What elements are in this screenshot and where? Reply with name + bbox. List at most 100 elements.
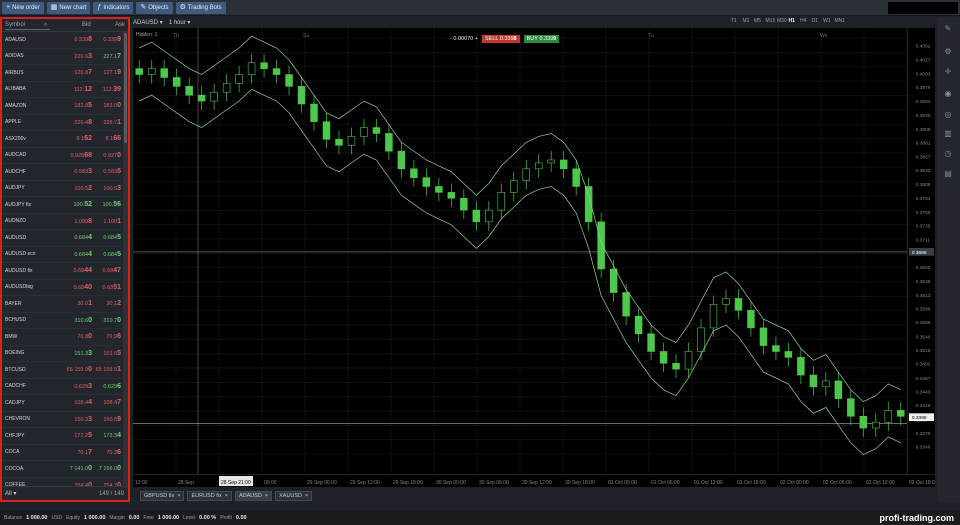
bid-price[interactable]: 0.6844 [73, 267, 92, 274]
bid-price[interactable]: 1.0998 [74, 218, 92, 225]
search-icon[interactable]: ⌕ [44, 22, 47, 29]
ask-price[interactable]: 30.12 [106, 300, 121, 307]
ask-header[interactable]: Ask [115, 22, 125, 28]
ask-price[interactable]: 0.6296 [103, 383, 121, 390]
bid-price[interactable]: 310.60 [74, 317, 92, 324]
account-box[interactable] [888, 2, 958, 14]
ask-price[interactable]: 108.47 [103, 399, 121, 406]
symbol-row[interactable]: AUDUSDbig 0.6840 0.6851 [2, 280, 122, 296]
symbol-row[interactable]: ADIDAS 226.63 227.17 [2, 49, 122, 65]
ask-price[interactable]: 0.6845 [103, 251, 121, 258]
buy-button[interactable]: BUY 0.3399 [523, 35, 560, 43]
symbol-row[interactable]: BAYER 30.01 30.12 [2, 296, 122, 313]
bid-price[interactable]: 100.52 [73, 201, 92, 208]
symbol-row[interactable]: CHEVRON 150.33 150.59 [2, 412, 122, 428]
timeframe-d1[interactable]: D1 [812, 18, 818, 27]
toolbar-button-3[interactable]: ✎ Objects [136, 1, 173, 14]
ask-price[interactable]: 7 156.00 [99, 465, 121, 472]
spread-control[interactable]: - 0.00070 + [450, 36, 478, 42]
time-axis[interactable]: 12:00 28 Sep 28 Sep 21:00 00:00 29 Sep 06:00… [133, 475, 935, 487]
symbol-row[interactable]: AUDUSD 0.6844 0.6845 [2, 230, 122, 247]
symbol-row[interactable]: BOEING 151.33 151.65 [2, 346, 122, 362]
chart-tab[interactable]: ADAUSD × [234, 490, 273, 501]
symbol-row[interactable]: AMAZON 182.85 183.00 [2, 98, 122, 115]
ask-price[interactable]: 0.9270 [103, 152, 121, 159]
symbol-row[interactable]: AUDJPY 100.52 100.53 [2, 181, 122, 197]
timeframe-m1[interactable]: M1 [743, 18, 750, 27]
toolbar-button-2[interactable]: ƒ Indicators [93, 1, 134, 14]
symbol-row[interactable]: AUDUSD fix 0.6844 0.6847 [2, 263, 122, 280]
chart-symbol-select[interactable]: ADAUSD ▾ [133, 19, 163, 26]
eye-icon[interactable]: ◉ [943, 89, 953, 99]
settings-icon[interactable]: ⚙ [943, 47, 953, 57]
bid-price[interactable]: 126.87 [74, 69, 92, 76]
bid-price[interactable]: 0.6293 [74, 383, 92, 390]
crosshair-icon[interactable]: ✛ [943, 67, 953, 77]
symbol-row[interactable]: COCOA 7 141.00 7 156.00 [2, 461, 122, 478]
bid-price[interactable]: 70.17 [77, 449, 92, 456]
symbol-row[interactable]: COCA 70.17 70.36 [2, 445, 122, 461]
target-icon[interactable]: ◎ [943, 110, 953, 120]
bid-price[interactable]: 112.12 [74, 86, 92, 93]
toolbar-button-4[interactable]: ⚙ Trading Bots [175, 1, 226, 14]
ask-price[interactable]: 310.70 [103, 317, 121, 324]
toolbar-button-0[interactable]: + New order [2, 1, 44, 14]
chart-tab[interactable]: XAUUSD × [275, 490, 313, 501]
timeframe-h1[interactable]: H1 [789, 18, 795, 27]
ask-price[interactable]: 76.96 [106, 333, 121, 340]
bid-price[interactable]: 7 141.00 [70, 465, 92, 472]
ask-price[interactable]: 227.17 [103, 53, 121, 60]
ask-price[interactable]: 0.6847 [102, 267, 121, 274]
ask-price[interactable]: 65 159.91 [96, 366, 121, 373]
bid-header[interactable]: Bid [82, 22, 91, 28]
timeframe-w1[interactable]: W1 [823, 18, 831, 27]
symbol-row[interactable]: CHFJPY 172.25 172.34 [2, 428, 122, 445]
toolbar-button-1[interactable]: ▦ New chart [46, 1, 91, 14]
symbol-row[interactable]: BTCUSD 65 159.90 65 159.91 [2, 362, 122, 379]
bid-price[interactable]: 0.5833 [74, 168, 92, 175]
bid-price[interactable]: 172.25 [74, 432, 92, 439]
ask-price[interactable]: 226.71 [103, 119, 121, 126]
ask-price[interactable]: 70.36 [106, 449, 121, 456]
sell-button[interactable]: SELL 0.3398 [481, 35, 520, 43]
ask-price[interactable]: 0.5835 [103, 168, 121, 175]
ask-price[interactable]: 112.39 [103, 86, 121, 93]
bid-price[interactable]: 182.85 [74, 102, 92, 109]
symbol-row[interactable]: APPLE 226.48 226.71 [2, 115, 122, 131]
bid-price[interactable]: 0.6840 [73, 284, 92, 291]
timeframe-m5[interactable]: M5 [754, 18, 761, 27]
symbol-row[interactable]: AUDNZD 1.0998 1.1001 [2, 214, 122, 230]
ask-price[interactable]: 1.1001 [103, 218, 121, 225]
bid-price[interactable]: 65 159.90 [67, 366, 92, 373]
bid-price[interactable]: 150.33 [74, 416, 92, 423]
symbols-scroll-thumb[interactable] [124, 33, 127, 143]
bid-price[interactable]: 226.63 [74, 53, 92, 60]
symbol-row[interactable]: AUDCHF 0.5833 0.5835 [2, 164, 122, 181]
symbol-row[interactable]: AUDCAD 0.92668 0.9270 [2, 148, 122, 164]
timeframe-t1[interactable]: T1 [731, 18, 737, 27]
bid-price[interactable]: 100.52 [74, 185, 92, 192]
bid-price[interactable]: 226.48 [74, 119, 92, 126]
bid-price[interactable]: 8 162 [77, 135, 92, 142]
ask-price[interactable]: 100.56 [102, 201, 121, 208]
bid-price[interactable]: 0.92668 [70, 152, 92, 159]
filter-select[interactable]: All ▾ [5, 490, 16, 497]
close-icon[interactable]: × [177, 493, 180, 499]
price-axis[interactable]: 0.4052 0.4027 0.4003 0.3979 0.3954 0.3930 0.39… [907, 28, 935, 474]
ask-price[interactable]: 8 166 [106, 135, 121, 142]
ask-price[interactable]: 100.53 [103, 185, 121, 192]
timeframe-mn1[interactable]: MN1 [835, 18, 846, 27]
bid-price[interactable]: 0.6844 [74, 251, 92, 258]
chart-tab[interactable]: EURUSD fix × [187, 490, 232, 501]
layers-icon[interactable]: ▤ [943, 169, 953, 179]
symbol-row[interactable]: BMW 76.80 76.96 [2, 329, 122, 346]
ask-price[interactable]: 0.6851 [102, 284, 121, 291]
bid-price[interactable]: 151.33 [74, 350, 92, 357]
ask-price[interactable]: 0.3399 [103, 36, 121, 43]
ask-price[interactable]: 183.00 [103, 102, 121, 109]
bid-price[interactable]: 30.01 [77, 300, 92, 307]
symbol-row[interactable]: AIRBUS 126.87 127.19 [2, 65, 122, 82]
timeframe-h4[interactable]: H4 [800, 18, 806, 27]
symbol-row[interactable]: AUDUSD ecn 0.6844 0.6845 [2, 247, 122, 263]
ask-price[interactable]: 127.19 [103, 69, 121, 76]
